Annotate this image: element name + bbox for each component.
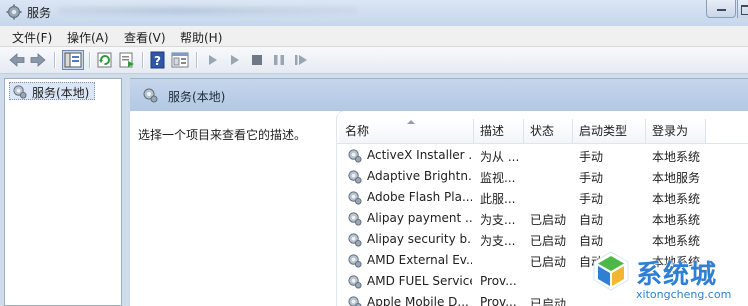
services-gear-icon bbox=[13, 85, 27, 99]
services-app-icon bbox=[6, 4, 22, 20]
service-gear-icon bbox=[348, 296, 362, 306]
pause-service-icon[interactable] bbox=[270, 51, 288, 69]
cell-name: Alipay payment ... bbox=[367, 211, 472, 225]
menu-file[interactable]: 文件(F) bbox=[12, 29, 52, 46]
services-header-title: 服务(本地) bbox=[168, 90, 226, 104]
services-header: 服务(本地) bbox=[130, 78, 748, 111]
menu-help[interactable]: 帮助(H) bbox=[180, 29, 222, 46]
refresh-icon[interactable] bbox=[96, 51, 114, 69]
properties-icon[interactable] bbox=[171, 51, 189, 69]
service-gear-icon bbox=[348, 254, 362, 268]
watermark-url: xitongcheng.com bbox=[636, 288, 732, 301]
start-service-icon[interactable] bbox=[204, 51, 222, 69]
description-text: 选择一个项目来查看它的描述。 bbox=[138, 128, 307, 142]
svg-text:?: ? bbox=[154, 54, 161, 68]
service-gear-icon bbox=[348, 149, 362, 163]
column-header-startup-label: 启动类型 bbox=[579, 124, 628, 138]
cell-desc: Prov... bbox=[480, 274, 517, 288]
window-title: 服务 bbox=[27, 6, 52, 20]
table-row[interactable]: Alipay security b... 为支... 已启动 自动 本地系统 bbox=[337, 229, 748, 250]
cell-name: AMD External Ev... bbox=[367, 253, 472, 267]
cell-status: 已启动 bbox=[530, 213, 567, 227]
service-gear-icon bbox=[348, 170, 362, 184]
cell-logon: 本地系统 bbox=[652, 192, 701, 206]
service-gear-icon bbox=[348, 233, 362, 247]
cell-name: Apple Mobile D... bbox=[367, 295, 469, 306]
menu-action[interactable]: 操作(A) bbox=[67, 29, 109, 46]
back-arrow-icon[interactable] bbox=[8, 51, 26, 69]
cell-status: 已启动 bbox=[530, 234, 567, 248]
column-header-logon-label: 登录为 bbox=[652, 124, 689, 138]
cell-desc: 为支... bbox=[480, 234, 516, 248]
service-gear-icon bbox=[348, 212, 362, 226]
toolbar-separator bbox=[89, 52, 90, 68]
tree-node-label: 服务(本地) bbox=[32, 86, 90, 100]
stop-service-icon[interactable] bbox=[248, 51, 266, 69]
table-row[interactable]: Adaptive Brightn... 监视... 手动 本地服务 bbox=[337, 166, 748, 187]
watermark-name: 系统城 bbox=[636, 260, 718, 290]
export-list-icon[interactable] bbox=[118, 51, 136, 69]
toolbar-separator bbox=[54, 52, 55, 68]
restart-service-icon[interactable] bbox=[292, 51, 310, 69]
cell-desc: 此服... bbox=[480, 192, 516, 206]
forward-arrow-icon[interactable] bbox=[29, 51, 47, 69]
column-header-logon-as[interactable]: 登录为 bbox=[646, 119, 706, 143]
cell-startup: 手动 bbox=[579, 171, 604, 185]
cell-status: 已启动 bbox=[530, 297, 567, 306]
watermark-logo-icon bbox=[593, 251, 629, 291]
column-header-status-label: 状态 bbox=[530, 124, 555, 138]
column-header-name-label: 名称 bbox=[345, 124, 370, 138]
minimize-button[interactable] bbox=[706, 0, 736, 18]
sort-ascending-icon bbox=[407, 120, 415, 124]
tree-node-services-local[interactable]: 服务(本地) bbox=[9, 82, 95, 100]
cell-startup: 手动 bbox=[579, 150, 604, 164]
services-gear-icon bbox=[143, 88, 158, 103]
cell-desc: Prov... bbox=[480, 295, 517, 306]
cell-name: Adaptive Brightn... bbox=[367, 169, 472, 183]
toolbar: ? bbox=[0, 47, 748, 74]
cell-startup: 自动 bbox=[579, 234, 604, 248]
cell-logon: 本地系统 bbox=[652, 234, 701, 248]
service-gear-icon bbox=[348, 191, 362, 205]
cell-status: 已启动 bbox=[530, 255, 567, 269]
table-row[interactable]: Alipay payment ... 为支... 已启动 自动 本地系统 bbox=[337, 208, 748, 229]
cell-logon: 本地服务 bbox=[652, 171, 701, 185]
column-header-description[interactable]: 描述 bbox=[474, 119, 524, 143]
toolbar-separator bbox=[142, 52, 143, 68]
header-divider bbox=[337, 143, 748, 144]
column-header-startup-type[interactable]: 启动类型 bbox=[573, 119, 646, 143]
tree-pane: 服务(本地) bbox=[4, 78, 122, 306]
cell-name: Adobe Flash Pla... bbox=[367, 190, 472, 204]
start-service-alt-icon[interactable] bbox=[226, 51, 244, 69]
show-hide-tree-icon[interactable] bbox=[62, 50, 84, 70]
column-header-name[interactable]: 名称 bbox=[339, 119, 474, 143]
cell-startup: 手动 bbox=[579, 192, 604, 206]
title-bar: 服务 bbox=[0, 0, 748, 26]
cell-startup: 自动 bbox=[579, 213, 604, 227]
cell-logon: 本地系统 bbox=[652, 150, 701, 164]
cell-desc: 为支... bbox=[480, 213, 516, 227]
cell-logon: 本地系统 bbox=[652, 213, 701, 227]
column-header-status[interactable]: 状态 bbox=[524, 119, 573, 143]
blurred-title-area bbox=[58, 7, 358, 15]
watermark-logo: 系统城 xitongcheng.com bbox=[590, 250, 748, 306]
cell-name: AMD FUEL Service bbox=[367, 274, 472, 288]
cell-desc: 监视... bbox=[480, 171, 516, 185]
cell-name: ActiveX Installer ... bbox=[367, 148, 472, 162]
table-row[interactable]: Adobe Flash Pla... 此服... 手动 本地系统 bbox=[337, 187, 748, 208]
menu-view[interactable]: 查看(V) bbox=[124, 29, 166, 46]
help-icon[interactable]: ? bbox=[149, 51, 167, 69]
toolbar-separator bbox=[196, 52, 197, 68]
column-header-description-label: 描述 bbox=[480, 124, 505, 138]
description-pane: 选择一个项目来查看它的描述。 bbox=[130, 111, 340, 306]
menu-bar: 文件(F) 操作(A) 查看(V) 帮助(H) bbox=[0, 26, 748, 47]
service-gear-icon bbox=[348, 275, 362, 289]
table-row[interactable]: ActiveX Installer ... 为从 ... 手动 本地系统 bbox=[337, 145, 748, 166]
cell-name: Alipay security b... bbox=[367, 232, 472, 246]
cell-desc: 为从 ... bbox=[480, 150, 520, 164]
maximize-button[interactable] bbox=[737, 0, 748, 18]
